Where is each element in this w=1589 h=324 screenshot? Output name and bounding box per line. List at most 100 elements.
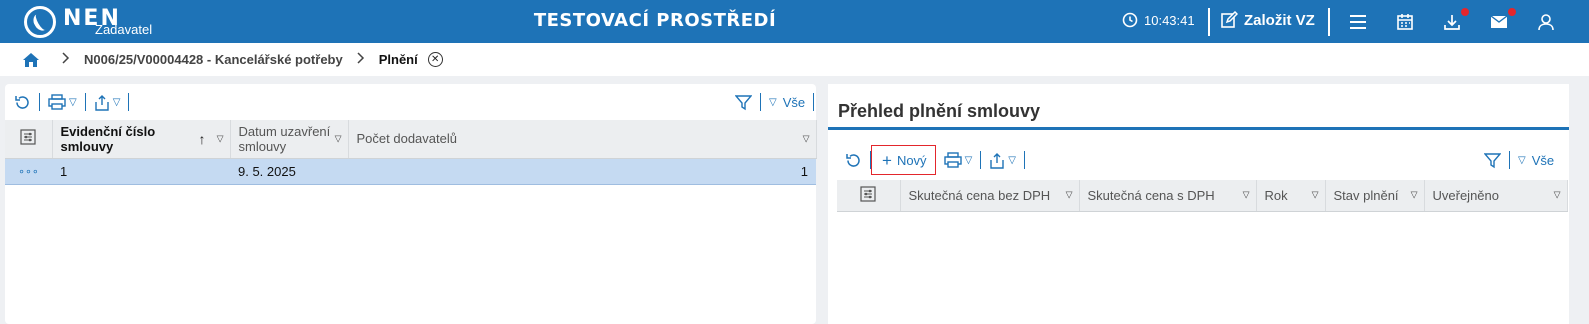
- column-label: Počet dodavatelů: [356, 131, 457, 147]
- divider: [1208, 8, 1210, 36]
- column-header-price-without-vat[interactable]: Skutečná cena bez DPH ▽: [900, 180, 1080, 212]
- column-settings-button[interactable]: [5, 120, 53, 159]
- row-actions-icon[interactable]: ∘∘∘: [5, 158, 52, 185]
- contracts-panel: ▽ ▽ ▽ Vše Evidenční číslo smlouvy ↑ ▽ Da…: [5, 84, 817, 324]
- column-filter-icon[interactable]: ▽: [1066, 190, 1073, 201]
- divider: [128, 93, 130, 111]
- clock-time: 10:43:41: [1144, 12, 1195, 28]
- column-label: Rok: [1264, 187, 1288, 203]
- settings-icon: [20, 129, 36, 145]
- top-bar: NEN Zadavatel TESTOVACÍ PROSTŘEDÍ 10:43:…: [0, 0, 1589, 43]
- chevron-right-icon: [357, 52, 365, 67]
- print-icon: [943, 152, 962, 168]
- right-filter-toolbar: ▽ Vše: [1482, 147, 1556, 173]
- cell-contract-number: 1: [52, 158, 230, 185]
- column-header-price-with-vat[interactable]: Skutečná cena s DPH ▽: [1079, 180, 1257, 212]
- filter-all-label: Vše: [1531, 152, 1555, 168]
- filter-all-dropdown[interactable]: ▽ Vše: [767, 95, 807, 110]
- environment-title: TESTOVACÍ PROSTŘEDÍ: [533, 10, 777, 31]
- clock-icon: [1122, 12, 1138, 28]
- chevron-down-icon: ▽: [769, 96, 777, 108]
- fulfillment-table: Skutečná cena bez DPH ▽ Skutečná cena s …: [837, 180, 1568, 212]
- column-filter-icon[interactable]: ▽: [1411, 190, 1418, 201]
- divider: [39, 93, 40, 111]
- chevron-right-icon: [62, 52, 70, 67]
- print-button[interactable]: ▽: [942, 152, 975, 168]
- divider: [980, 151, 982, 169]
- column-filter-icon[interactable]: ▽: [1554, 190, 1561, 201]
- left-filter-toolbar: ▽ Vše: [733, 89, 820, 115]
- divider: [1328, 8, 1330, 36]
- create-tender-label: Založit VZ: [1244, 11, 1315, 29]
- settings-icon: [860, 186, 876, 202]
- export-button[interactable]: ▽: [92, 94, 123, 111]
- column-settings-button[interactable]: [837, 180, 901, 212]
- export-icon: [990, 152, 1004, 169]
- column-filter-icon[interactable]: ▽: [1312, 190, 1319, 201]
- column-label: Skutečná cena s DPH: [1087, 187, 1215, 203]
- column-header-contract-number[interactable]: Evidenční číslo smlouvy ↑ ▽: [52, 120, 231, 159]
- fulfillment-panel: Přehled plnění smlouvy + Nový ▽ ▽ ▽ Vše: [828, 84, 1569, 324]
- column-header-published[interactable]: Uveřejněno ▽: [1424, 180, 1568, 212]
- refresh-icon[interactable]: [12, 94, 33, 111]
- title-underline: [828, 127, 1569, 130]
- breadcrumb-item-tender[interactable]: N006/25/V00004428 - Kancelářské potřeby: [84, 52, 343, 67]
- cell-contract-date: 9. 5. 2025: [230, 158, 348, 185]
- divider: [760, 93, 761, 111]
- table-row[interactable]: ∘∘∘ 1 9. 5. 2025 1: [5, 158, 816, 185]
- column-filter-icon[interactable]: ▽: [217, 133, 224, 144]
- new-button[interactable]: + Nový: [871, 145, 936, 175]
- export-icon: [95, 94, 109, 111]
- plus-icon: +: [882, 150, 892, 170]
- filter-all-dropdown[interactable]: ▽ Vše: [1516, 153, 1556, 168]
- column-label: Uveřejněno: [1432, 187, 1500, 203]
- user-icon[interactable]: [1535, 11, 1557, 33]
- column-header-supplier-count[interactable]: Počet dodavatelů ▽: [348, 120, 817, 159]
- cell-supplier-count: 1: [348, 158, 816, 185]
- left-toolbar: ▽ ▽: [12, 89, 135, 115]
- column-label: Skutečná cena bez DPH: [908, 187, 1051, 203]
- column-filter-icon[interactable]: ▽: [1243, 190, 1250, 201]
- breadcrumb: N006/25/V00004428 - Kancelářské potřeby …: [0, 43, 1589, 76]
- column-label: Datum uzavření smlouvy: [238, 123, 331, 154]
- chevron-down-icon: ▽: [69, 96, 77, 108]
- contracts-table: Evidenční číslo smlouvy ↑ ▽ Datum uzavře…: [5, 120, 817, 185]
- divider: [1023, 151, 1025, 169]
- breadcrumb-current: Plnění: [378, 52, 418, 67]
- column-filter-icon[interactable]: ▽: [803, 133, 810, 144]
- right-toolbar: + Nový ▽ ▽: [843, 145, 1031, 175]
- filter-all-label: Vše: [782, 94, 806, 110]
- divider: [813, 93, 815, 111]
- chevron-down-icon: ▽: [964, 154, 973, 166]
- session-clock: 10:43:41: [1122, 12, 1195, 28]
- chevron-down-icon: ▽: [1008, 154, 1016, 166]
- download-icon[interactable]: [1441, 8, 1469, 33]
- column-header-fulfillment-status[interactable]: Stav plnění ▽: [1325, 180, 1425, 212]
- column-header-year[interactable]: Rok ▽: [1256, 180, 1326, 212]
- filter-icon[interactable]: [1482, 152, 1503, 169]
- chevron-down-icon: ▽: [1518, 154, 1526, 166]
- notification-dot: [1508, 8, 1516, 16]
- edit-icon: [1221, 11, 1238, 28]
- close-icon[interactable]: ✕: [427, 52, 443, 67]
- home-icon[interactable]: [22, 52, 40, 68]
- column-filter-icon[interactable]: ▽: [335, 133, 342, 144]
- print-button[interactable]: ▽: [46, 94, 79, 110]
- column-label: Evidenční číslo smlouvy: [60, 123, 156, 154]
- print-icon: [48, 94, 66, 110]
- panel-title: Přehled plnění smlouvy: [838, 101, 1041, 121]
- chevron-down-icon: ▽: [112, 96, 121, 108]
- column-header-contract-date[interactable]: Datum uzavření smlouvy ▽: [230, 120, 349, 159]
- filter-icon[interactable]: [733, 94, 754, 111]
- create-tender-button[interactable]: Založit VZ: [1220, 11, 1315, 29]
- divider: [1509, 151, 1510, 169]
- refresh-icon[interactable]: [843, 152, 864, 169]
- divider: [84, 93, 86, 111]
- menu-icon[interactable]: [1347, 11, 1369, 33]
- new-label: Nový: [896, 152, 927, 168]
- notification-dot: [1461, 8, 1469, 16]
- sort-up-icon[interactable]: ↑: [199, 131, 206, 147]
- mail-icon[interactable]: [1488, 8, 1516, 33]
- calendar-icon[interactable]: [1394, 11, 1416, 33]
- export-button[interactable]: ▽: [987, 152, 1018, 169]
